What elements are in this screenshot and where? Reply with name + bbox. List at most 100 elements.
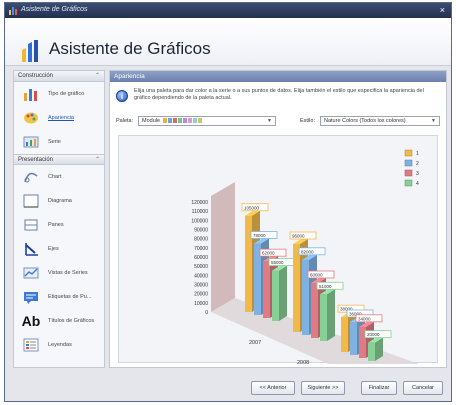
nav-item-label: Apariencia bbox=[48, 115, 74, 121]
section-header-construccion[interactable]: Construcción ⌃ bbox=[14, 71, 104, 82]
data-label: 51000 bbox=[319, 284, 332, 289]
data-label: 34000 bbox=[358, 316, 371, 321]
y-tick-label: 40000 bbox=[194, 273, 208, 279]
back-wall bbox=[211, 182, 235, 312]
x-category-label: 2007 bbox=[249, 340, 261, 346]
style-combo[interactable]: Nature Colors (Todos los colores) ▼ bbox=[320, 116, 440, 126]
nav-item-diagram[interactable]: Diagrama bbox=[14, 189, 104, 213]
nav-item-label: Panes bbox=[48, 222, 64, 228]
style-value: Nature Colors (Todos los colores) bbox=[324, 118, 406, 124]
bar bbox=[368, 342, 375, 361]
nav-item-appearance[interactable]: Apariencia bbox=[14, 106, 104, 130]
bar bbox=[245, 215, 252, 312]
ab-glyph: Ab bbox=[21, 313, 41, 329]
y-tick-label: 20000 bbox=[194, 292, 208, 298]
legend-label: 3 bbox=[416, 171, 419, 177]
nav-item-label: Vistas de Series bbox=[48, 270, 88, 276]
collapse-chevron-icon[interactable]: ⌃ bbox=[95, 156, 100, 163]
palette-swatch bbox=[187, 118, 192, 123]
axes-icon bbox=[22, 241, 40, 257]
data-label: 55000 bbox=[271, 260, 284, 265]
nav-item-series[interactable]: Serie bbox=[14, 130, 104, 154]
finish-button[interactable]: Finalizar bbox=[361, 381, 397, 395]
chart-titles-icon: Ab bbox=[21, 313, 41, 329]
wizard-sidebar: Construcción ⌃ Tipo de gráfico Aparienci… bbox=[13, 70, 105, 368]
y-tick-label: 10000 bbox=[194, 301, 208, 307]
appearance-panel: Apariencia i Elija una paleta para dar c… bbox=[109, 70, 447, 368]
palette-swatch bbox=[162, 118, 167, 123]
palette-value: Module bbox=[142, 118, 161, 124]
next-button[interactable]: Siguiente >> bbox=[301, 381, 345, 395]
legend-label: 1 bbox=[416, 151, 419, 157]
legend-label: 4 bbox=[416, 181, 419, 187]
section-header-presentacion[interactable]: Presentación ⌃ bbox=[14, 154, 104, 165]
point-labels-icon bbox=[22, 289, 40, 305]
bar bbox=[350, 322, 357, 355]
nav-item-chart-type[interactable]: Tipo de gráfico bbox=[14, 82, 104, 106]
nav-item-label: Tipo de gráfico bbox=[48, 91, 85, 97]
bar bbox=[272, 270, 279, 321]
app-icon bbox=[9, 7, 17, 15]
bar bbox=[311, 283, 318, 338]
wizard-header: Asistente de Gráficos bbox=[5, 18, 451, 66]
data-label: 60000 bbox=[310, 273, 323, 278]
palette-swatch bbox=[167, 118, 172, 123]
legend-swatch bbox=[404, 179, 413, 187]
palette-swatch bbox=[172, 118, 177, 123]
palette-combo[interactable]: Module ▼ bbox=[138, 116, 276, 126]
title-bar[interactable]: Asistente de Gráficos × bbox=[5, 3, 451, 18]
y-tick-label: 70000 bbox=[194, 246, 208, 252]
y-tick-label: 0 bbox=[205, 310, 208, 316]
back-button[interactable]: << Anterior bbox=[251, 381, 295, 395]
y-tick-label: 120000 bbox=[191, 200, 208, 206]
bar bbox=[320, 294, 327, 341]
section-label: Construcción bbox=[18, 73, 54, 79]
bar bbox=[263, 261, 270, 318]
y-tick-label: 110000 bbox=[192, 209, 209, 215]
legend-swatch bbox=[404, 169, 413, 177]
nav-item-label: Serie bbox=[48, 139, 61, 145]
nav-item-panes[interactable]: Panes bbox=[14, 213, 104, 237]
palette-swatches bbox=[162, 118, 202, 124]
y-tick-label: 60000 bbox=[194, 255, 208, 261]
bar-chart-logo-icon bbox=[22, 40, 38, 62]
chart-type-icon bbox=[22, 86, 40, 102]
nav-item-series-views[interactable]: Vistas de Series bbox=[14, 261, 104, 285]
panel-description: Elija una paleta para dar color a la ser… bbox=[134, 88, 424, 101]
nav-item-label: Leyendas bbox=[48, 342, 72, 348]
palette-label: Paleta: bbox=[116, 118, 134, 124]
data-label: 82000 bbox=[301, 249, 314, 254]
y-tick-label: 100000 bbox=[191, 218, 208, 224]
chart-preview: 0 10000 20000 30000 40000 50000 60000 70000 8000… bbox=[118, 135, 438, 364]
nav-item-axes[interactable]: Ejes bbox=[14, 237, 104, 261]
cancel-button[interactable]: Cancelar bbox=[403, 381, 443, 395]
nav-item-label: Chart bbox=[48, 174, 62, 180]
nav-item-label: Ejes bbox=[48, 246, 59, 252]
legends-icon bbox=[22, 337, 40, 353]
nav-item-chart[interactable]: Chart bbox=[14, 165, 104, 189]
bar bbox=[341, 317, 348, 352]
nav-item-legends[interactable]: Leyendas bbox=[14, 333, 104, 357]
bar bbox=[293, 244, 300, 332]
series-icon bbox=[22, 134, 40, 150]
style-label: Estilo: bbox=[300, 118, 315, 124]
data-label: 62000 bbox=[262, 251, 275, 256]
nav-item-point-labels[interactable]: Etiquetas de Pu... bbox=[14, 285, 104, 309]
legend-swatch bbox=[404, 149, 413, 157]
data-label: 96000 bbox=[292, 234, 305, 239]
palette-swatch bbox=[192, 118, 197, 123]
dropdown-arrow-icon[interactable]: ▼ bbox=[431, 118, 436, 124]
nav-item-label: Etiquetas de Pu... bbox=[48, 294, 92, 300]
y-tick-label: 50000 bbox=[194, 264, 208, 270]
info-icon: i bbox=[116, 90, 128, 102]
nav-item-chart-titles[interactable]: Ab Títulos de Gráficos bbox=[14, 309, 104, 333]
diagram-icon bbox=[22, 193, 40, 209]
window-title: Asistente de Gráficos bbox=[21, 6, 88, 13]
collapse-chevron-icon[interactable]: ⌃ bbox=[95, 72, 100, 79]
y-tick-label: 30000 bbox=[194, 283, 208, 289]
series-views-icon bbox=[22, 265, 40, 281]
close-icon[interactable]: × bbox=[440, 5, 445, 15]
y-tick-label: 80000 bbox=[194, 237, 208, 243]
dropdown-arrow-icon[interactable]: ▼ bbox=[267, 118, 272, 124]
panel-heading: Apariencia bbox=[110, 71, 446, 82]
